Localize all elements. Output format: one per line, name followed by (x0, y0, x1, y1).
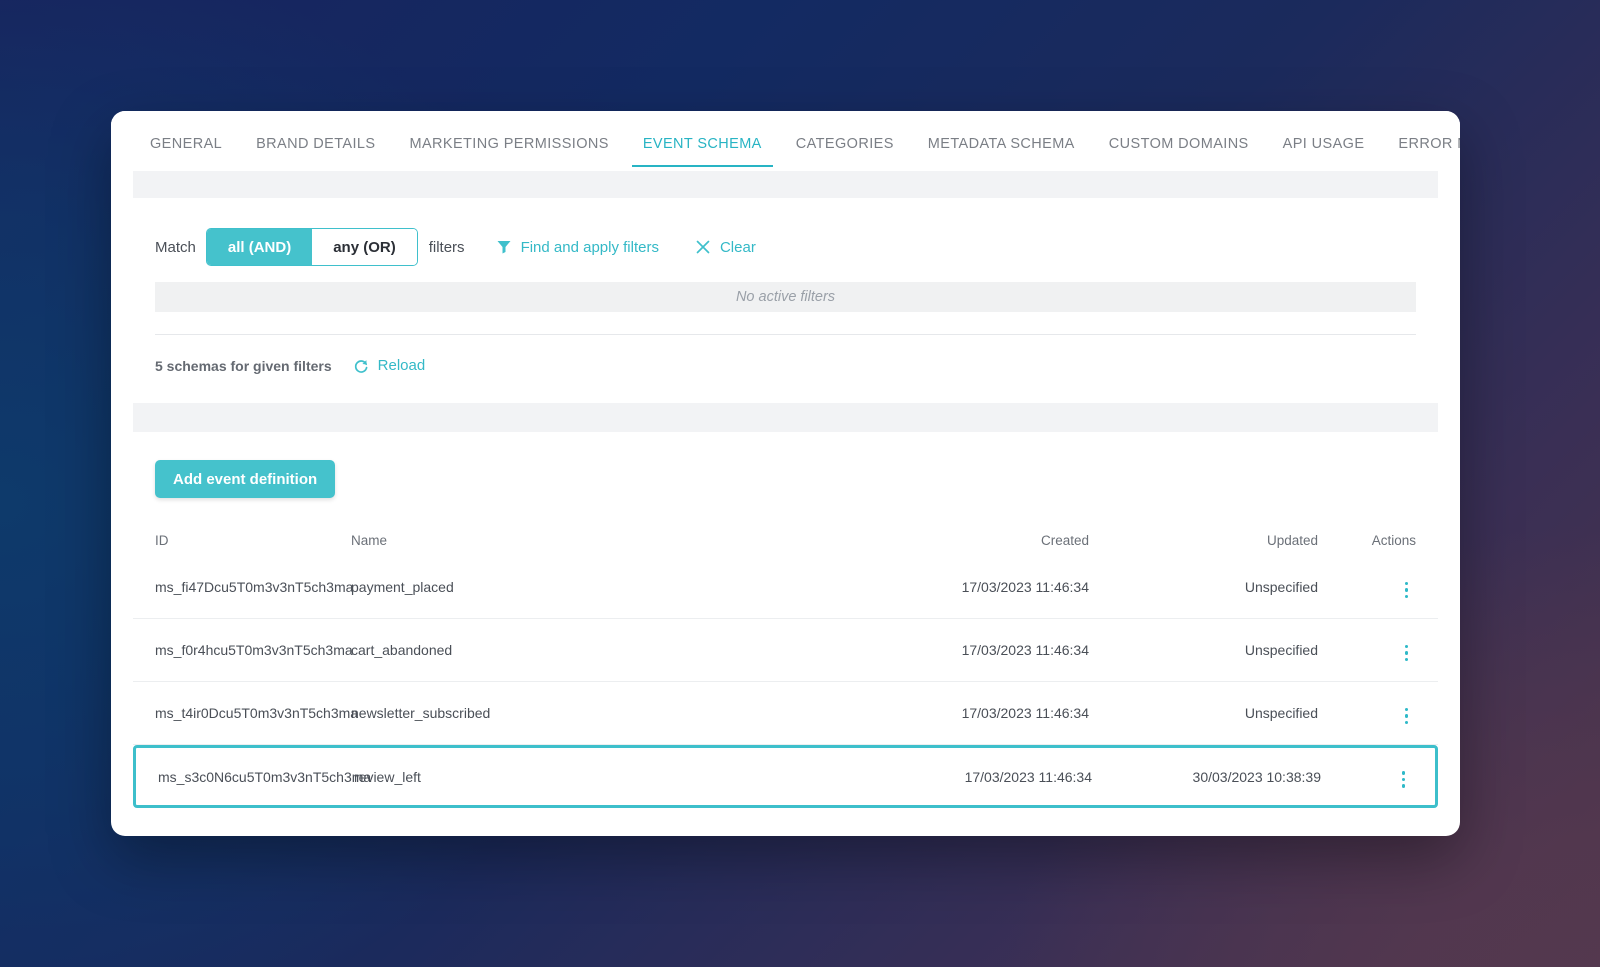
tab-api-usage[interactable]: API USAGE (1266, 136, 1382, 167)
column-header-actions: Actions (1371, 532, 1416, 548)
tab-custom-domains[interactable]: CUSTOM DOMAINS (1092, 136, 1266, 167)
table-row[interactable]: ms_f0r4hcu5T0m3v3nT5ch3ma cart_abandoned 1… (133, 619, 1438, 682)
reload-icon (353, 358, 369, 374)
schema-count-label: 5 schemas for given filters (155, 357, 332, 374)
reload-button[interactable]: Reload (353, 357, 426, 374)
match-label: Match (155, 238, 196, 256)
top-gray-strip (133, 171, 1438, 198)
cell-name: newsletter_subscribed (351, 705, 491, 721)
table-row[interactable]: ms_s3c0N6cu5T0m3v3nT5ch3ma review_left 17/… (133, 745, 1438, 808)
cell-name: cart_abandoned (351, 642, 453, 658)
cell-created: 17/03/2023 11:46:34 (964, 768, 1092, 785)
filter-icon (496, 239, 512, 255)
cell-created: 17/03/2023 11:46:34 (961, 705, 1089, 721)
table-row[interactable]: ms_fi47Dcu5T0m3v3nT5ch3ma payment_placed 1… (133, 556, 1438, 619)
kebab-menu-icon[interactable] (1397, 578, 1417, 603)
find-and-apply-filters-label: Find and apply filters (520, 238, 659, 256)
column-header-created: Created (1040, 532, 1089, 548)
table-row[interactable]: ms_t4ir0Dcu5T0m3v3nT5ch3ma newsletter_sub… (133, 682, 1438, 745)
cell-actions (1336, 572, 1438, 602)
tab-marketing-permissions[interactable]: MARKETING PERMISSIONS (392, 136, 625, 167)
cell-id: ms_s3c0N6cu5T0m3v3nT5ch3ma (158, 768, 372, 785)
column-header-name: Name (351, 532, 388, 548)
tab-error-messages[interactable]: ERROR MESSAGES (1381, 136, 1460, 167)
cell-actions (1336, 635, 1438, 665)
filters-label: filters (428, 238, 465, 256)
find-and-apply-filters-button[interactable]: Find and apply filters (496, 239, 659, 256)
add-event-definition-button[interactable]: Add event definition (155, 460, 336, 498)
cell-name: review_left (354, 768, 421, 785)
tab-bar: GENERAL BRAND DETAILS MARKETING PERMISSION… (111, 111, 1460, 167)
kebab-menu-icon[interactable] (1394, 767, 1414, 792)
reload-label: Reload (377, 357, 426, 374)
cell-id: ms_t4ir0Dcu5T0m3v3nT5ch3ma (155, 705, 359, 721)
cell-name: payment_placed (351, 579, 454, 595)
close-icon (695, 239, 711, 255)
cell-id: ms_fi47Dcu5T0m3v3nT5ch3ma (155, 579, 354, 595)
active-filters-empty-label: No active filters (735, 289, 836, 305)
column-header-updated: Updated (1266, 532, 1318, 548)
kebab-menu-icon[interactable] (1397, 704, 1417, 729)
table-header-row: ID Name Created Updated Actions (133, 524, 1438, 556)
results-summary-row: 5 schemas for given filters Reload (111, 335, 1460, 374)
tab-categories[interactable]: CATEGORIES (779, 136, 911, 167)
cell-created: 17/03/2023 11:46:34 (961, 642, 1089, 658)
filter-bar: Match all (AND) any (OR) filters Find an… (111, 198, 1460, 272)
tab-metadata-schema[interactable]: METADATA SCHEMA (911, 136, 1092, 167)
cell-actions (1339, 762, 1435, 792)
match-all-and-option[interactable]: all (AND) (206, 229, 313, 265)
clear-filters-label: Clear (719, 238, 756, 256)
cell-actions (1336, 698, 1438, 728)
active-filters-empty-state: No active filters (155, 282, 1416, 312)
match-any-or-option[interactable]: any (OR) (312, 229, 417, 265)
cell-updated: Unspecified (1244, 579, 1318, 595)
tab-event-schema[interactable]: EVENT SCHEMA (626, 136, 779, 167)
kebab-menu-icon[interactable] (1397, 641, 1417, 666)
tab-general[interactable]: GENERAL (133, 136, 239, 167)
cell-id: ms_f0r4hcu5T0m3v3nT5ch3ma (155, 642, 353, 658)
settings-card: GENERAL BRAND DETAILS MARKETING PERMISSION… (111, 111, 1460, 836)
cell-created: 17/03/2023 11:46:34 (961, 579, 1089, 595)
event-definitions-table: ID Name Created Updated Actions ms_fi47D… (133, 524, 1438, 808)
clear-filters-button[interactable]: Clear (695, 239, 756, 256)
cell-updated: Unspecified (1244, 705, 1318, 721)
cell-updated: 30/03/2023 10:38:39 (1192, 768, 1321, 785)
cell-updated: Unspecified (1244, 642, 1318, 658)
middle-gray-strip (133, 403, 1438, 432)
match-mode-toggle[interactable]: all (AND) any (OR) (205, 228, 418, 266)
table-body: ms_fi47Dcu5T0m3v3nT5ch3ma payment_placed 1… (133, 556, 1438, 808)
column-header-id: ID (155, 532, 169, 548)
tab-brand-details[interactable]: BRAND DETAILS (239, 136, 392, 167)
